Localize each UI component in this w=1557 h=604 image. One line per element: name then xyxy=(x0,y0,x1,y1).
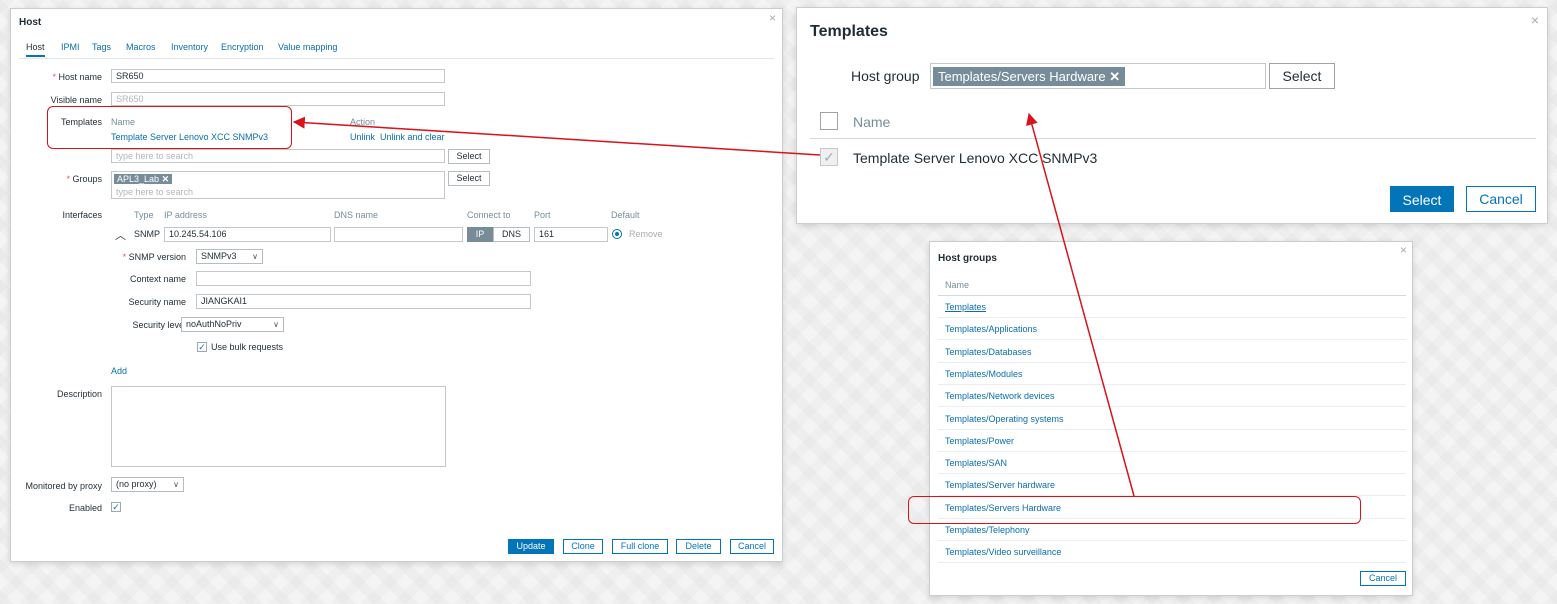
annotation-arrows xyxy=(292,112,1135,497)
arrow-to-host-group xyxy=(1026,112,1135,497)
arrow-to-templates xyxy=(292,116,821,156)
